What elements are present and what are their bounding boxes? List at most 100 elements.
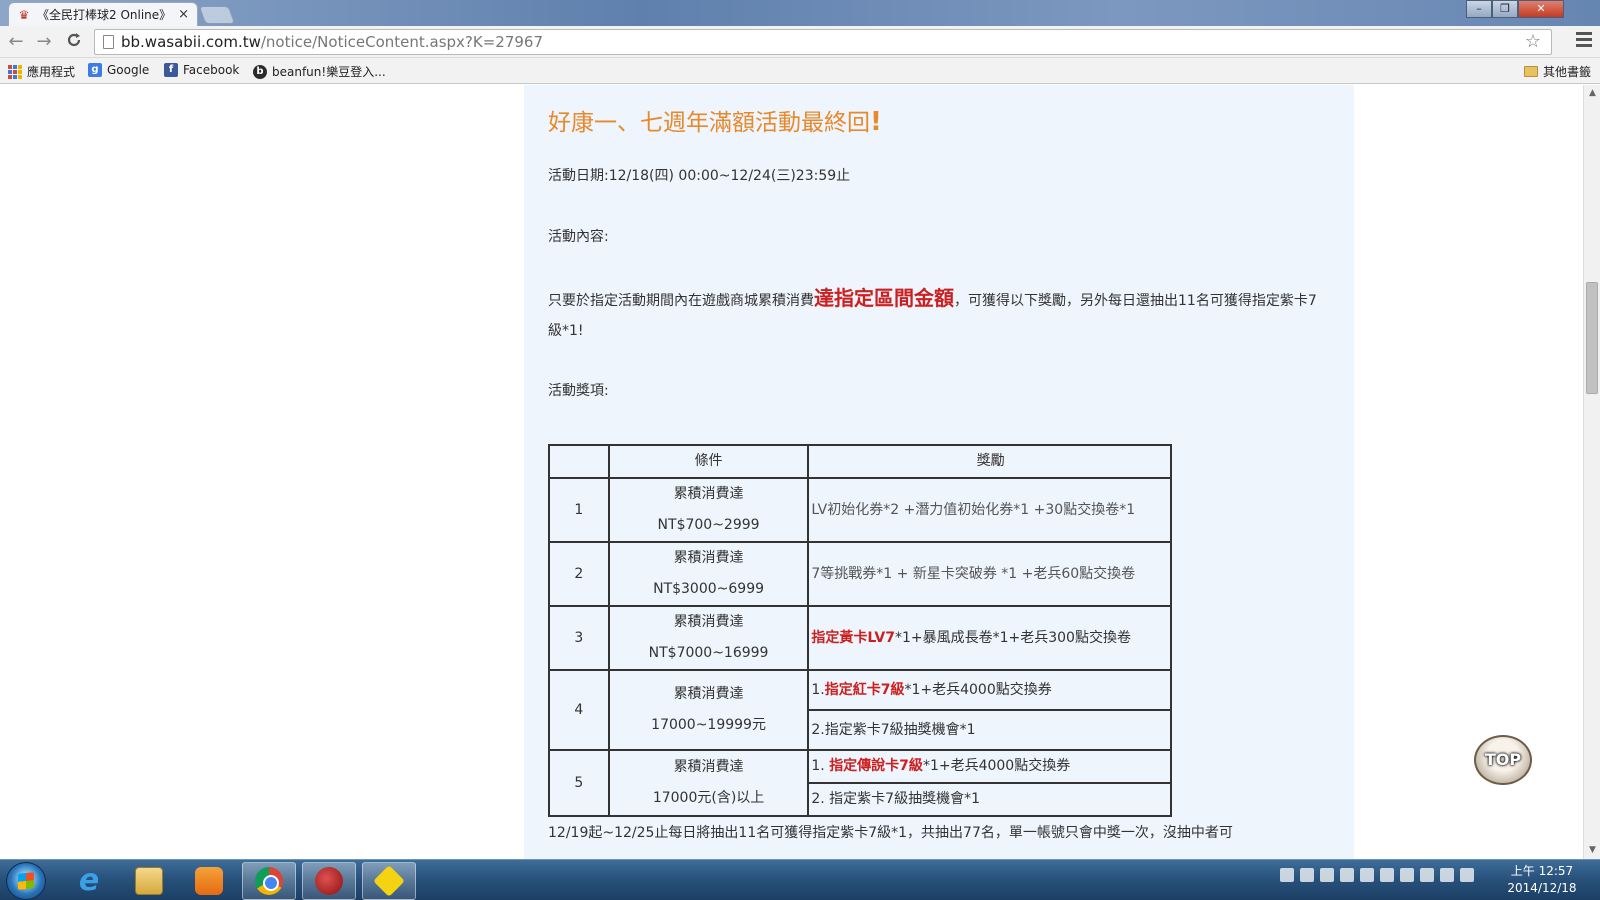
desc-emphasis: 達指定區間金額 [814,286,954,310]
address-bar[interactable]: bb.wasabii.com.tw/notice/NoticeContent.a… [94,29,1552,55]
taskbar-game-launcher[interactable] [302,862,356,900]
row-no: 4 [548,669,610,751]
taskbar-clock[interactable]: 上午 12:57 2014/12/18 [1496,863,1588,897]
row-no: 1 [548,477,610,543]
tray-app-icon[interactable] [1280,868,1294,882]
condition-line: 累積消費達 [673,686,744,702]
taskbar-internet-explorer[interactable]: e [62,862,116,900]
restore-icon[interactable]: ❐ [1492,0,1518,18]
google-icon: g [88,63,102,77]
close-window-icon[interactable]: ✕ [1518,0,1564,18]
action-center-flag-icon[interactable] [1420,868,1434,882]
bookmark-apps[interactable]: 應用程式 [8,63,75,80]
taskbar-media-player[interactable] [182,862,236,900]
reload-icon-svg [67,33,81,47]
bookmark-label: beanfun!樂豆登入... [272,65,386,79]
table-header-condition: 條件 [607,444,810,479]
url-path: /notice/NoticeContent.aspx?K=27967 [260,33,544,51]
chrome-icon [255,867,283,895]
prize-label: 活動獎項: [548,383,609,399]
bookmark-label: 應用程式 [27,65,76,79]
table-row: 4 累積消費達 17000~19999元 1.指定紅卡7級*1+老兵4000點交… [548,669,1172,751]
condition-line: 累積消費達 [673,614,744,630]
taskbar-chrome[interactable] [242,862,296,900]
reward-highlight: 指定紅卡7級 [824,681,905,698]
bookmark-star-icon[interactable]: ☆ [1525,30,1541,54]
row-reward: 指定黃卡LV7*1+暴風成長卷*1+老兵300點交換卷 [807,605,1172,671]
window-controls: – ❐ ✕ [1466,0,1564,18]
table-row: 5 累積消費達 17000元(含)以上 1. 指定傳說卡7級*1+老兵4000點… [548,749,1172,817]
window-titlebar: ♛ 《全民打棒球2 Online》 × – ❐ ✕ [0,0,1600,26]
reward-rest: *1+暴風成長卷*1+老兵300點交換卷 [894,629,1131,646]
scroll-up-icon[interactable]: ▲ [1584,85,1600,102]
row-no: 5 [548,749,610,817]
row-reward: 2. 指定紫卡7級抽獎機會*1 [807,782,1172,817]
taskbar-kk-app[interactable] [362,862,416,900]
kk-app-icon [373,865,405,897]
forward-icon[interactable]: → [32,31,56,53]
row-reward: 1. 指定傳說卡7級*1+老兵4000點交換券 [807,749,1172,784]
row-no: 3 [548,605,610,671]
show-hidden-icons-icon[interactable] [1400,868,1414,882]
desc-before: 只要於指定活動期間內在遊戲商城累積消費 [548,293,814,309]
row-reward: LV初始化券*2 +潛力值初始化券*1 +30點交換卷*1 [807,477,1172,543]
internet-explorer-icon: e [78,863,100,898]
condition-amount: NT$7000~16999 [648,645,769,661]
reload-icon[interactable] [62,31,86,53]
reward-rest: *1+老兵4000點交換券 [922,758,1071,774]
bookmark-label: Google [107,63,150,77]
draw-notice: 12/19起~12/25止每日將抽出11名可獲得指定紫卡7級*1，共抽出77名，… [548,825,1233,841]
folder-icon [135,867,163,895]
hamburger-menu-icon[interactable] [1576,32,1592,52]
row-condition: 累積消費達 NT$7000~16999 [607,605,810,671]
scrollbar-thumb[interactable] [1586,282,1598,394]
table-row: 2 累積消費達 NT$3000~6999 7等挑戰券*1 + 新星卡突破券 *1… [548,541,1172,607]
vertical-scrollbar[interactable]: ▲ ▼ [1583,85,1600,859]
start-button[interactable] [6,862,46,900]
condition-line: 累積消費達 [673,550,744,566]
back-to-top-button[interactable]: TOP [1474,735,1532,785]
media-player-icon [195,867,223,895]
row-no: 2 [548,541,610,607]
network-icon[interactable] [1440,868,1454,882]
prize-table: 條件 獎勵 1 累積消費達 NT$700~2999 LV初始化券*2 +潛力值初… [548,444,1172,817]
bookmark-other-folder[interactable]: 其他書籤 [1524,63,1591,80]
scroll-down-icon[interactable]: ▼ [1584,842,1600,859]
tab-close-icon[interactable]: × [178,7,189,22]
condition-amount: NT$700~2999 [657,517,760,533]
table-row: 1 累積消費達 NT$700~2999 LV初始化券*2 +潛力值初始化券*1 … [548,477,1172,543]
table-header-reward: 獎勵 [807,444,1172,479]
tray-monitor-icon[interactable] [1340,868,1354,882]
bookmark-label: 其他書籤 [1543,65,1592,79]
facebook-icon: f [164,63,178,77]
condition-amount: 17000~19999元 [651,717,766,733]
help-icon[interactable] [1360,868,1374,882]
reward-highlight: 指定傳說卡7級 [829,758,923,774]
new-tab-button[interactable] [198,6,236,24]
tray-settings-icon[interactable] [1380,868,1394,882]
row-condition: 累積消費達 17000~19999元 [607,669,810,751]
minimize-icon[interactable]: – [1466,0,1492,18]
windows-logo-icon [18,872,34,890]
condition-line: 累積消費達 [673,486,744,502]
back-icon[interactable]: ← [4,31,28,53]
ime-icon[interactable] [1300,868,1314,882]
bookmark-facebook[interactable]: f Facebook [164,63,239,77]
headline-mark: ! [870,107,882,137]
clock-date: 2014/12/18 [1507,881,1577,895]
notice-headline: 好康一、七週年滿額活動最終回! [548,103,882,137]
browser-toolbar: ← → bb.wasabii.com.tw/notice/NoticeConte… [0,26,1600,58]
bookmark-beanfun[interactable]: b beanfun!樂豆登入... [253,63,386,80]
url-host: bb.wasabii.com.tw [121,33,261,51]
apps-grid-icon [8,64,22,79]
volume-icon[interactable] [1460,868,1474,882]
tray-keyboard-icon[interactable] [1320,868,1334,882]
page-icon [103,35,114,49]
bookmarks-bar: 應用程式 g Google f Facebook b beanfun!樂豆登入.… [0,58,1600,84]
table-header-row: 條件 獎勵 [548,444,1172,479]
browser-tab-active[interactable]: ♛ 《全民打棒球2 Online》 × [8,2,198,26]
beanfun-icon: b [253,64,267,79]
bookmark-google[interactable]: g Google [88,63,149,77]
reward-prefix: 1. [811,758,830,774]
taskbar-file-explorer[interactable] [122,862,176,900]
